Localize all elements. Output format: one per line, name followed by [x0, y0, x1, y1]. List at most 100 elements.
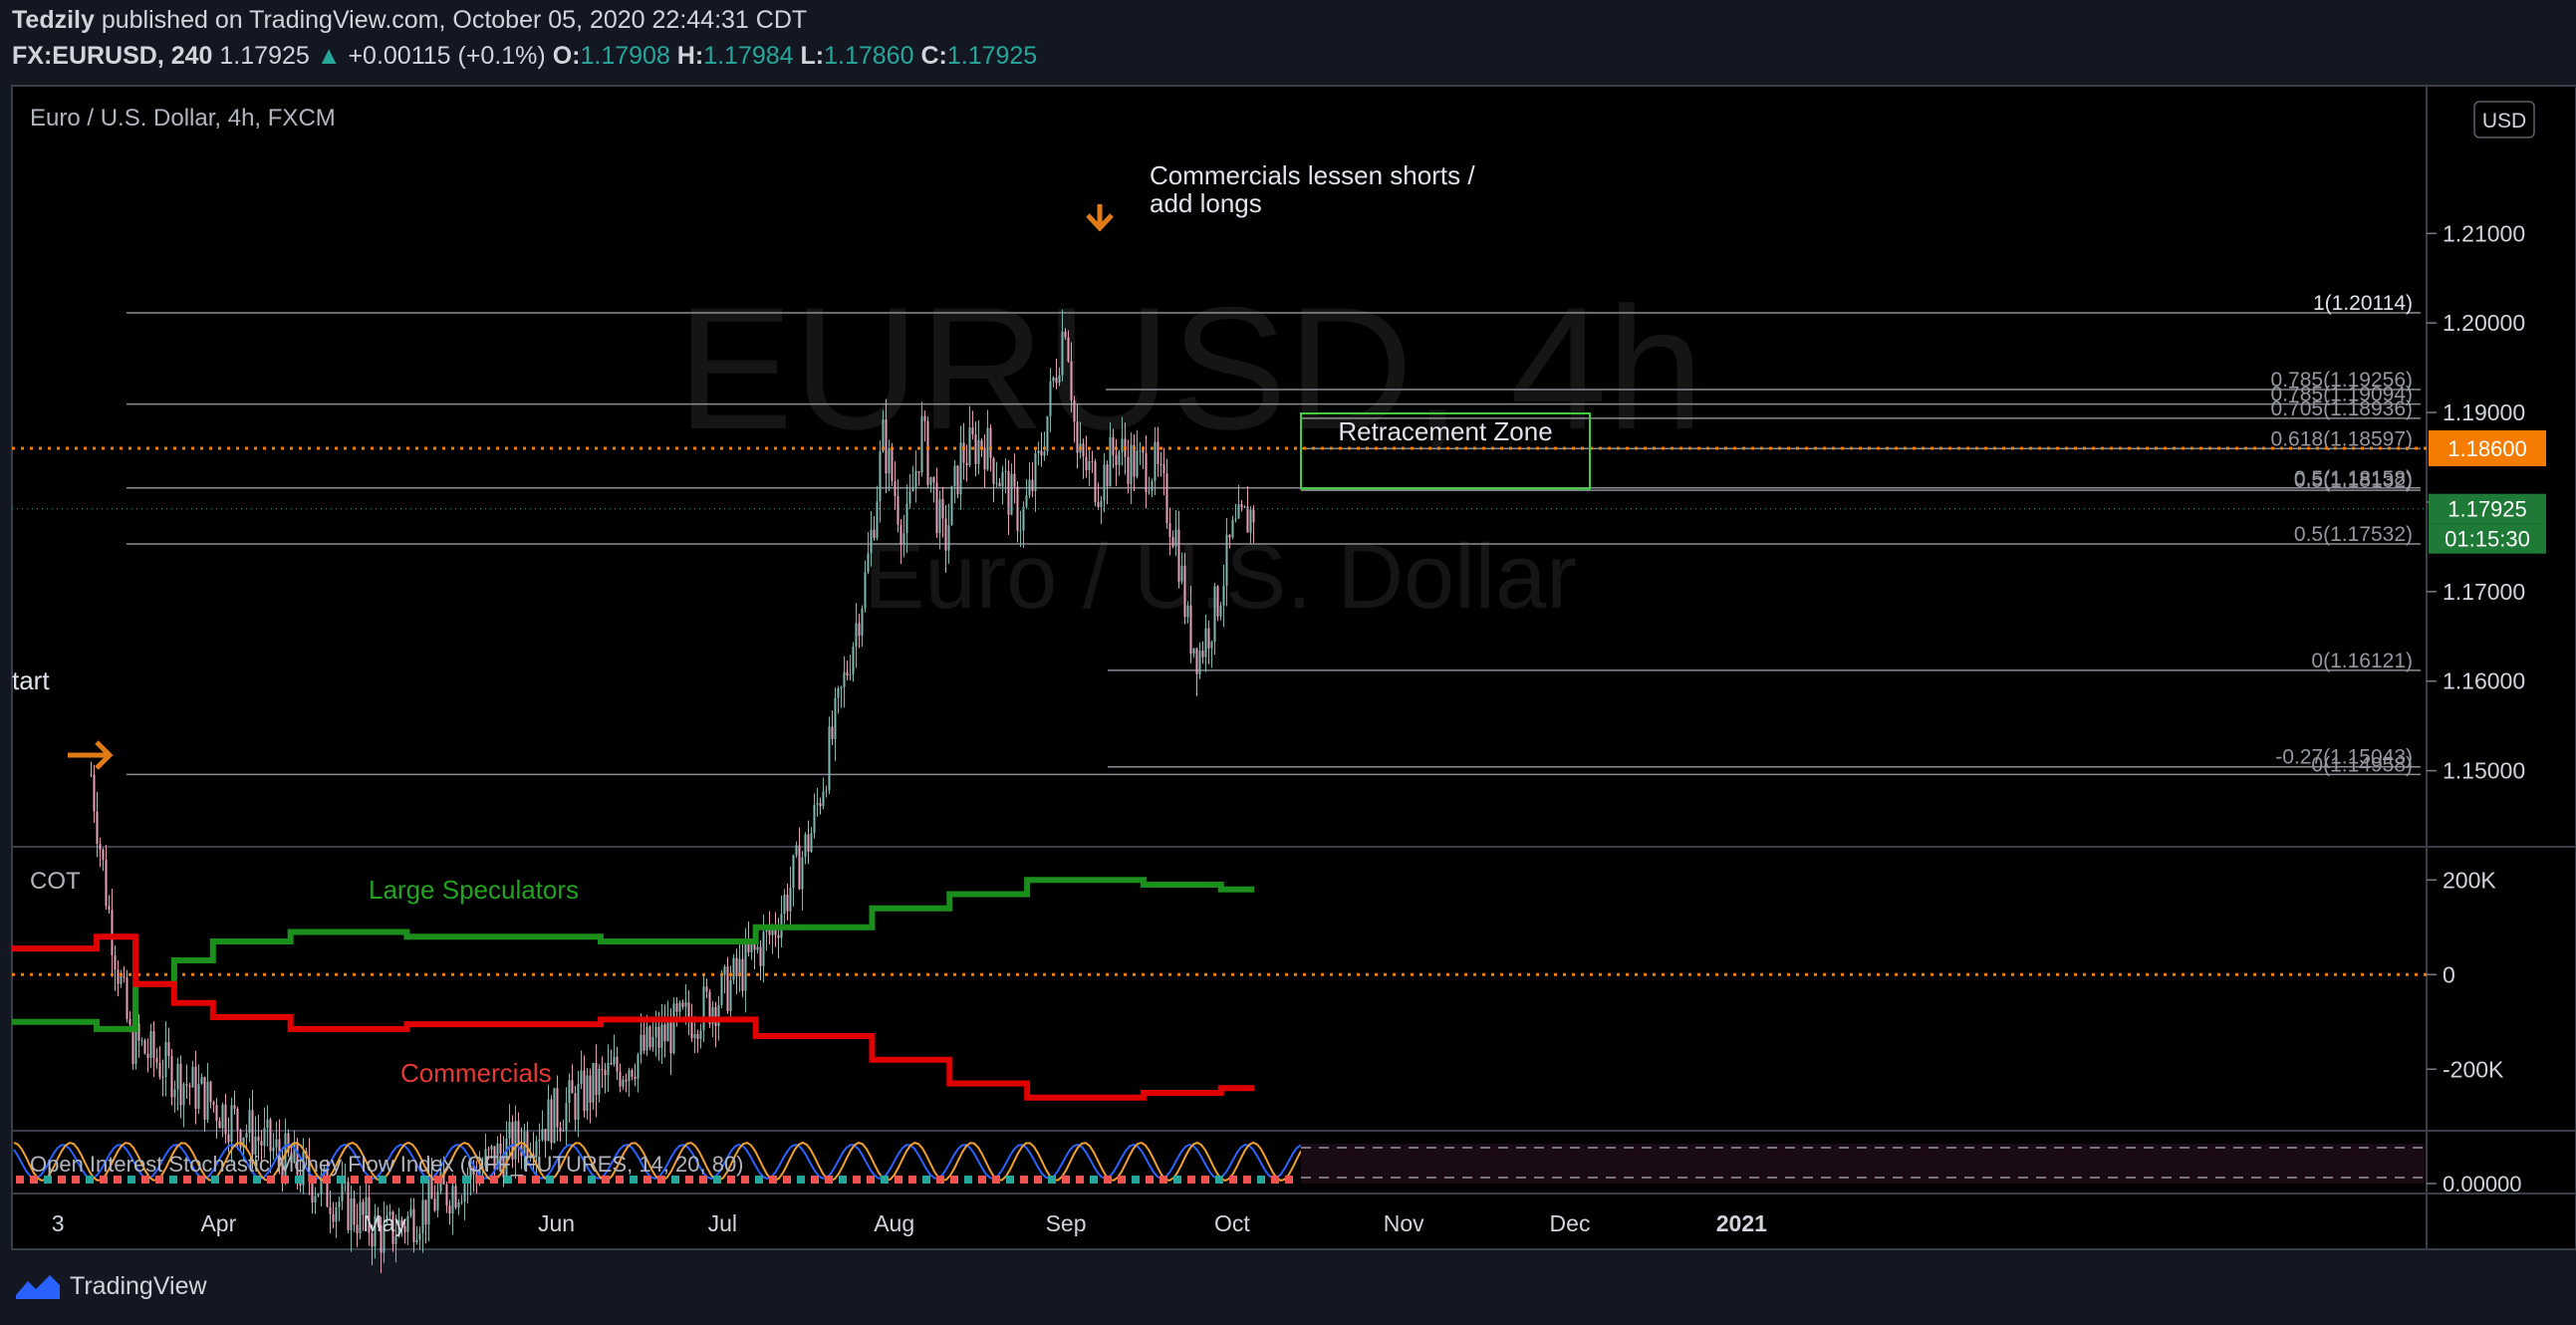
- candle-body: [914, 471, 917, 488]
- footer-brand[interactable]: TradingView: [14, 1271, 207, 1301]
- candle-body: [604, 1069, 607, 1076]
- oi-marker: [1020, 1176, 1028, 1184]
- candle-body: [1162, 464, 1165, 474]
- oi-marker: [895, 1176, 902, 1184]
- fib-label-8: 0(1.16121): [2311, 650, 2413, 672]
- oi-marker: [811, 1176, 819, 1184]
- time-tick-10: 2021: [1716, 1210, 1767, 1236]
- candle-body: [350, 1197, 353, 1230]
- candle-body: [992, 457, 995, 484]
- oi-pane-title: Open Interest Stochastic Money Flow Inde…: [30, 1152, 744, 1177]
- candle-body: [508, 1122, 511, 1139]
- oi-marker: [44, 1176, 52, 1184]
- candle-body: [1046, 415, 1049, 452]
- candle-body: [1246, 506, 1249, 533]
- candle-body: [947, 525, 950, 551]
- oi-marker: [1104, 1176, 1112, 1184]
- candle-body: [146, 1053, 149, 1058]
- candle-body: [1180, 565, 1183, 582]
- candle-body: [932, 476, 935, 483]
- candle-body: [1240, 504, 1243, 508]
- candle-body: [102, 849, 105, 861]
- candle-body: [589, 1075, 592, 1103]
- oi-marker: [922, 1176, 930, 1184]
- candle-body: [1022, 506, 1025, 531]
- candle-body: [756, 946, 759, 950]
- candle-body: [759, 946, 762, 966]
- price-tick-2: 1.19000: [2443, 399, 2525, 425]
- candle-body: [1100, 500, 1103, 508]
- candle-body: [744, 941, 747, 991]
- candle-body: [335, 1206, 338, 1222]
- candle-body: [598, 1068, 601, 1096]
- oi-marker: [532, 1176, 540, 1184]
- candle-body: [176, 1063, 179, 1090]
- oi-marker: [644, 1176, 651, 1184]
- candle-body: [956, 465, 959, 495]
- candle-body: [1115, 454, 1118, 465]
- candle-body: [541, 1129, 544, 1140]
- chart-frame: [11, 85, 2576, 1250]
- candle-body: [628, 1070, 631, 1082]
- oi-marker: [867, 1176, 875, 1184]
- chart-canvas[interactable]: EURUSD, 4h Euro / U.S. Dollar Euro / U.S…: [0, 0, 2576, 1325]
- oi-marker: [602, 1176, 610, 1184]
- oi-marker: [1257, 1176, 1265, 1184]
- candle-body: [1004, 470, 1007, 472]
- candle-body: [717, 1004, 720, 1026]
- candle-body: [643, 1034, 645, 1051]
- candle-body: [1094, 461, 1097, 503]
- candle-body: [783, 894, 786, 915]
- countdown-tag-text: 01:15:30: [2445, 527, 2530, 552]
- candle-body: [735, 957, 738, 976]
- candle-body: [149, 1030, 152, 1058]
- candle-body: [601, 1068, 604, 1070]
- candle-body: [917, 471, 920, 473]
- candle-body: [227, 1134, 230, 1143]
- candle-body: [194, 1066, 197, 1109]
- candle-body: [849, 673, 852, 676]
- candle-body: [637, 1054, 640, 1080]
- oi-marker: [769, 1176, 777, 1184]
- candle-body: [822, 791, 825, 807]
- candle-body: [1055, 377, 1058, 384]
- oi-marker: [546, 1176, 554, 1184]
- candle-body: [804, 834, 807, 858]
- candle-body: [897, 496, 900, 525]
- candle-body: [117, 969, 120, 984]
- candle-body: [1225, 534, 1228, 586]
- oi-marker: [727, 1176, 735, 1184]
- oi-marker: [1229, 1176, 1237, 1184]
- oi-marker: [490, 1176, 498, 1184]
- candle-body: [424, 1199, 427, 1225]
- candle-body: [645, 1026, 648, 1051]
- candle-body: [421, 1199, 424, 1233]
- oi-marker: [560, 1176, 568, 1184]
- time-tick-5: Aug: [874, 1210, 914, 1236]
- candle-body: [317, 1193, 320, 1196]
- oi-marker: [406, 1176, 414, 1184]
- candle-body: [179, 1063, 182, 1106]
- candle-body: [1151, 481, 1154, 492]
- commercials-label: Commercials: [400, 1058, 552, 1088]
- oi-marker: [839, 1176, 847, 1184]
- candle-body: [1198, 651, 1201, 674]
- price-tick-5: 1.16000: [2443, 668, 2525, 694]
- candle-body: [251, 1110, 254, 1155]
- candle-body: [666, 1022, 669, 1042]
- oi-marker: [588, 1176, 596, 1184]
- candle-body: [1168, 523, 1171, 538]
- candle-body: [347, 1182, 350, 1230]
- candle-body: [1192, 648, 1195, 655]
- candle-body: [550, 1099, 553, 1144]
- oi-marker: [755, 1176, 763, 1184]
- candle-body: [813, 804, 816, 834]
- level-price-tag-text: 1.18600: [2447, 436, 2527, 461]
- candle-body: [634, 1076, 637, 1080]
- candle-body: [669, 1022, 672, 1054]
- candle-body: [433, 1198, 436, 1211]
- candle-body: [586, 1075, 589, 1112]
- candle-body: [448, 1205, 451, 1214]
- candle-body: [592, 1062, 595, 1103]
- candle-body: [233, 1105, 236, 1109]
